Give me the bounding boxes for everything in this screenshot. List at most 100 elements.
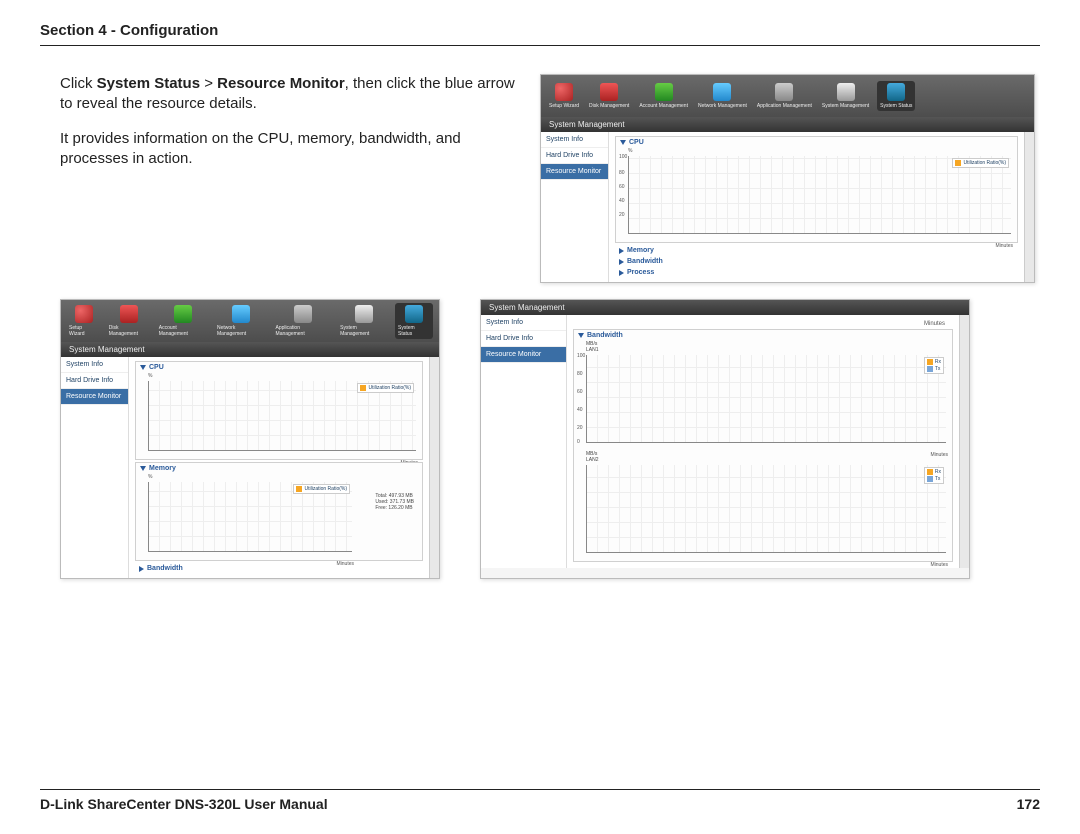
- text-bold: Resource Monitor: [217, 75, 345, 92]
- memory-info: Total: 497.93 MB Used: 371.73 MB Free: 1…: [375, 493, 414, 511]
- y-unit: %: [136, 474, 422, 480]
- content-pane: CPU % Utilization Ratio(%) Minutes Memor…: [129, 357, 429, 578]
- toolbar-network-management[interactable]: Network Management: [215, 305, 268, 337]
- status-icon: [887, 83, 905, 101]
- ytick: 20: [577, 425, 583, 431]
- label: CPU: [149, 364, 164, 371]
- toolbar-disk-management[interactable]: Disk Management: [107, 305, 151, 337]
- instruction-1: Click System Status > Resource Monitor, …: [60, 74, 520, 115]
- label: CPU: [629, 139, 644, 146]
- section-header-bandwidth[interactable]: Bandwidth: [574, 330, 952, 341]
- text: >: [200, 75, 217, 92]
- scrollbar[interactable]: [1024, 132, 1034, 282]
- section-header-memory[interactable]: Memory: [615, 245, 1018, 256]
- network-icon: [232, 305, 250, 323]
- sidebar: System Info Hard Drive Info Resource Mon…: [481, 315, 567, 568]
- text: Click: [60, 75, 97, 92]
- label: Memory: [149, 465, 176, 472]
- toolbar-setup-wizard[interactable]: Setup Wizard: [547, 83, 581, 109]
- cpu-chart: Utilization Ratio(%) Minutes: [148, 381, 416, 451]
- label: Memory: [627, 247, 654, 254]
- chevron-right-icon: [619, 259, 624, 265]
- chevron-down-icon: [140, 365, 146, 370]
- chevron-down-icon: [578, 333, 584, 338]
- app-icon: [294, 305, 312, 323]
- swatch-rx-icon: [927, 359, 933, 365]
- toolbar-system-status[interactable]: System Status: [395, 303, 433, 339]
- mem-free: Free: 126.20 MB: [375, 505, 414, 511]
- legend-tx: Tx: [935, 366, 941, 372]
- toolbar-network-management[interactable]: Network Management: [696, 83, 749, 109]
- sidebar-item-system-info[interactable]: System Info: [61, 357, 128, 373]
- legend: Utilization Ratio(%): [952, 158, 1009, 168]
- sidebar-item-resource-monitor[interactable]: Resource Monitor: [61, 389, 128, 405]
- toolbar-system-management[interactable]: System Management: [820, 83, 871, 109]
- section-header-memory[interactable]: Memory: [136, 463, 422, 474]
- toolbar-label: Account Management: [159, 325, 207, 337]
- scrollbar[interactable]: [959, 315, 969, 568]
- toolbar-account-management[interactable]: Account Management: [157, 305, 209, 337]
- toolbar-disk-management[interactable]: Disk Management: [587, 83, 631, 109]
- sidebar-item-resource-monitor[interactable]: Resource Monitor: [481, 347, 566, 363]
- toolbar-application-management[interactable]: Application Management: [755, 83, 814, 109]
- ytick: 40: [619, 198, 625, 204]
- bandwidth-lan1-chart: Rx Tx 100 80 60 40 20 0 Minutes: [586, 355, 946, 443]
- label: Bandwidth: [587, 332, 623, 339]
- bandwidth-lan2-chart: Rx Tx Minutes: [586, 465, 946, 553]
- sidebar-item-system-info[interactable]: System Info: [481, 315, 566, 331]
- toolbar-system-management[interactable]: System Management: [338, 305, 389, 337]
- legend: Rx Tx: [924, 467, 944, 484]
- sidebar: System Info Hard Drive Info Resource Mon…: [61, 357, 129, 578]
- banner: System Management: [481, 300, 969, 315]
- sidebar-item-resource-monitor[interactable]: Resource Monitor: [541, 164, 608, 180]
- chevron-right-icon: [619, 270, 624, 276]
- sidebar-item-hard-drive-info[interactable]: Hard Drive Info: [481, 331, 566, 347]
- toolbar-label: System Status: [398, 325, 430, 337]
- section-header-process[interactable]: Process: [615, 267, 1018, 278]
- legend-rx: Rx: [935, 469, 941, 475]
- toolbar-label: Disk Management: [589, 103, 629, 109]
- label: Process: [627, 269, 654, 276]
- banner: System Management: [61, 342, 439, 357]
- toolbar-label: Application Management: [757, 103, 812, 109]
- screenshot-bandwidth: System Management System Info Hard Drive…: [480, 299, 970, 579]
- network-icon: [713, 83, 731, 101]
- toolbar-label: Application Management: [276, 325, 331, 337]
- scrollbar[interactable]: [429, 357, 439, 578]
- toolbar-application-management[interactable]: Application Management: [274, 305, 333, 337]
- section-header-cpu[interactable]: CPU: [136, 362, 422, 373]
- swatch-icon: [296, 486, 302, 492]
- toolbar-account-management[interactable]: Account Management: [637, 83, 690, 109]
- legend: Utilization Ratio(%): [293, 484, 350, 494]
- account-icon: [655, 83, 673, 101]
- ytick: 60: [577, 389, 583, 395]
- section-cpu: CPU % Utilization Ratio(%) Minutes: [135, 361, 423, 460]
- x-axis-title: Minutes: [336, 561, 354, 567]
- section-bandwidth: Bandwidth MB/sLAN1 Rx Tx 100 80 60 40 20: [573, 329, 953, 562]
- section-header-bandwidth[interactable]: Bandwidth: [615, 256, 1018, 267]
- swatch-tx-icon: [927, 366, 933, 372]
- legend: Utilization Ratio(%): [357, 383, 414, 393]
- ytick: 40: [577, 407, 583, 413]
- wizard-icon: [75, 305, 93, 323]
- chevron-down-icon: [140, 466, 146, 471]
- toolbar-setup-wizard[interactable]: Setup Wizard: [67, 305, 101, 337]
- chevron-right-icon: [619, 248, 624, 254]
- banner: System Management: [541, 117, 1034, 132]
- legend-label: Utilization Ratio(%): [368, 385, 411, 391]
- section-header-cpu[interactable]: CPU: [616, 137, 1017, 148]
- sidebar-item-hard-drive-info[interactable]: Hard Drive Info: [541, 148, 608, 164]
- wizard-icon: [555, 83, 573, 101]
- toolbar-label: Setup Wizard: [549, 103, 579, 109]
- content-pane: CPU % Utilization Ratio(%) 100 80 60 40 …: [609, 132, 1024, 282]
- sidebar-item-hard-drive-info[interactable]: Hard Drive Info: [61, 373, 128, 389]
- section-header-bandwidth[interactable]: Bandwidth: [135, 563, 423, 574]
- app-icon: [775, 83, 793, 101]
- ytick: 100: [577, 353, 585, 359]
- toolbar-label: System Management: [340, 325, 387, 337]
- sidebar-item-system-info[interactable]: System Info: [541, 132, 608, 148]
- page-number: 172: [1017, 796, 1040, 812]
- x-axis-title: Minutes: [930, 562, 948, 568]
- y-unit: %: [136, 373, 422, 379]
- toolbar-system-status[interactable]: System Status: [877, 81, 915, 111]
